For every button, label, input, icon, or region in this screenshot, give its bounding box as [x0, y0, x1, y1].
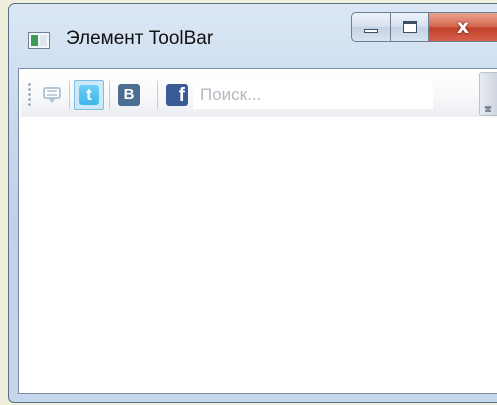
vkontakte-button[interactable]: B — [115, 80, 143, 110]
close-button[interactable]: x — [429, 12, 497, 42]
title-bar[interactable]: Элемент ToolBar x — [9, 4, 497, 68]
comments-button[interactable] — [39, 80, 67, 110]
close-icon: x — [456, 15, 470, 38]
toolbar-overflow-button[interactable] — [479, 72, 497, 116]
comment-icon — [43, 87, 63, 103]
twitter-icon: t — [79, 85, 99, 105]
toolbar-separator — [109, 81, 110, 109]
search-input[interactable] — [193, 81, 433, 109]
toolbar: t B f — [21, 72, 497, 117]
facebook-button[interactable]: f — [163, 80, 191, 110]
maximize-button[interactable] — [391, 12, 429, 42]
twitter-button[interactable]: t — [74, 80, 104, 110]
app-icon — [28, 32, 50, 49]
minimize-button[interactable] — [351, 12, 391, 42]
minimize-icon — [364, 29, 378, 33]
toolbar-separator — [157, 81, 158, 109]
maximize-icon — [402, 21, 417, 33]
toolbar-grip-handle[interactable] — [28, 82, 31, 108]
screen: Элемент ToolBar x t B f Поиск... — [0, 0, 497, 405]
caption-buttons: x — [351, 12, 497, 42]
vk-icon: B — [118, 84, 140, 106]
client-area: t B f — [18, 68, 497, 394]
chevron-down-icon — [484, 107, 492, 111]
facebook-icon: f — [166, 84, 188, 106]
toolbar-separator — [69, 81, 70, 109]
app-window: Элемент ToolBar x t B f Поиск... — [8, 3, 497, 403]
window-title: Элемент ToolBar — [66, 28, 214, 49]
